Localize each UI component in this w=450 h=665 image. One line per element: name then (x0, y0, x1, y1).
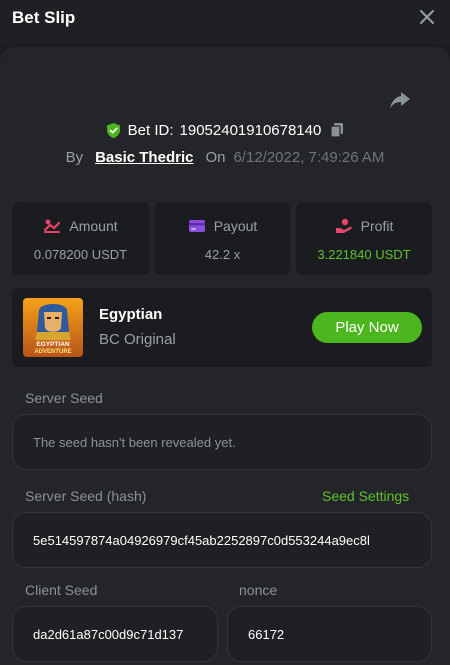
shield-check-icon (106, 122, 120, 138)
bet-by-row: By Basic Thedric On 6/12/2022, 7:49:26 A… (0, 147, 450, 167)
bet-date: 6/12/2022, 7:49:26 AM (233, 148, 385, 166)
profit-label: Profit (360, 218, 394, 234)
client-seed-label: Client Seed (25, 582, 98, 598)
nonce-label: nonce (239, 582, 278, 598)
game-thumbnail[interactable]: EGYPTIAN ADVENTURE (23, 298, 83, 357)
payout-card-icon (188, 220, 205, 232)
thumb-title-1: EGYPTIAN (36, 341, 70, 348)
profit-card: Profit 3.221840 USDT (296, 202, 432, 275)
amount-label: Amount (69, 218, 118, 234)
profit-label-row: Profit (296, 218, 432, 234)
bet-id-label: Bet ID: (127, 121, 174, 139)
client-seed-field[interactable]: da2d61a87c00d9c71d137 (12, 606, 218, 662)
payout-value: 42.2 x (204, 247, 241, 262)
server-seed-field[interactable]: The seed hasn't been revealed yet. (12, 414, 432, 470)
game-subtitle: BC Original (99, 331, 176, 348)
thumb-title-2: ADVENTURE (34, 349, 71, 355)
seed-settings-link[interactable]: Seed Settings (322, 488, 409, 504)
payout-label-row: Payout (155, 218, 290, 234)
bet-slip-title: Bet Slip (12, 8, 76, 27)
share-icon[interactable] (389, 89, 411, 111)
game-name: Egyptian (99, 306, 163, 323)
amount-value: 0.078200 USDT (33, 247, 128, 262)
server-seed-hash-field[interactable]: 5e514597874a04926979cf45ab2252897c0d5532… (12, 512, 432, 568)
payout-label: Payout (213, 218, 258, 234)
amount-label-row: Amount (12, 218, 149, 234)
amount-card: Amount 0.078200 USDT (12, 202, 149, 275)
close-icon[interactable] (418, 8, 436, 26)
on-label: On (205, 148, 226, 166)
amount-icon (44, 219, 61, 233)
nonce-field[interactable]: 66172 (227, 606, 432, 662)
bet-id-value: 19052401910678140 (179, 121, 322, 139)
play-now-button[interactable]: Play Now (312, 312, 422, 343)
profit-hand-icon (335, 218, 352, 233)
bet-slip-header: Bet Slip (0, 0, 450, 44)
bet-id-row: Bet ID: 19052401910678140 (0, 120, 450, 140)
by-label: By (65, 148, 84, 166)
server-seed-hash-label: Server Seed (hash) (25, 488, 147, 504)
server-seed-label: Server Seed (25, 390, 103, 406)
username-link[interactable]: Basic Thedric (95, 149, 193, 166)
game-card: EGYPTIAN ADVENTURE Egyptian BC Original … (12, 288, 432, 367)
payout-card: Payout 42.2 x (155, 202, 290, 275)
copy-icon[interactable] (329, 122, 345, 138)
profit-value: 3.221840 USDT (317, 247, 411, 262)
